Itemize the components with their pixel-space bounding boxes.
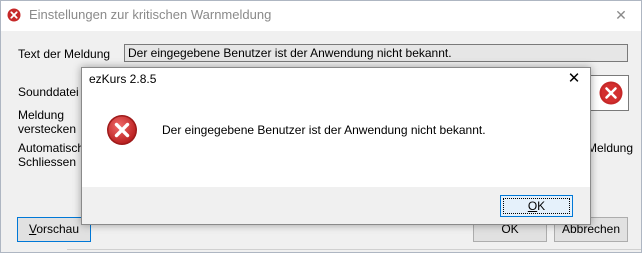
auto-close-label-line1: Automatische (18, 141, 91, 155)
preview-button[interactable]: Vorschau (17, 217, 91, 242)
icon-preview[interactable] (589, 75, 629, 111)
sound-label: Sounddatei (18, 85, 79, 99)
dialog-ok-button[interactable]: OK (500, 195, 573, 217)
focus-ring (503, 198, 570, 214)
close-icon: ✕ (615, 7, 627, 23)
error-icon (106, 114, 138, 146)
close-button[interactable]: ✕ (601, 1, 641, 31)
dialog-message: Der eingegebene Benutzer ist der Anwendu… (162, 123, 486, 137)
text-label: Text der Meldung (18, 47, 111, 61)
error-icon (7, 8, 21, 22)
hide-label-line2: verstecken (18, 122, 77, 136)
title-bar: Einstellungen zur kritischen Warnmeldung… (1, 1, 641, 31)
dialog-close-button[interactable]: ✕ (558, 68, 590, 92)
message-dialog: ezKurs 2.8.5 ✕ Der eingegebene Benutzer … (81, 67, 591, 225)
close-icon: ✕ (567, 70, 581, 87)
message-text-field[interactable]: Der eingegebene Benutzer ist der Anwendu… (124, 44, 628, 62)
error-icon (599, 81, 623, 105)
auto-close-label-line2: Schliessen (18, 155, 77, 169)
window-title: Einstellungen zur kritischen Warnmeldung (29, 7, 272, 22)
hide-label-line1: Meldung (18, 108, 65, 122)
dialog-title: ezKurs 2.8.5 (89, 72, 157, 86)
divider (67, 249, 641, 250)
right-partial-label: Meldung (587, 141, 634, 155)
